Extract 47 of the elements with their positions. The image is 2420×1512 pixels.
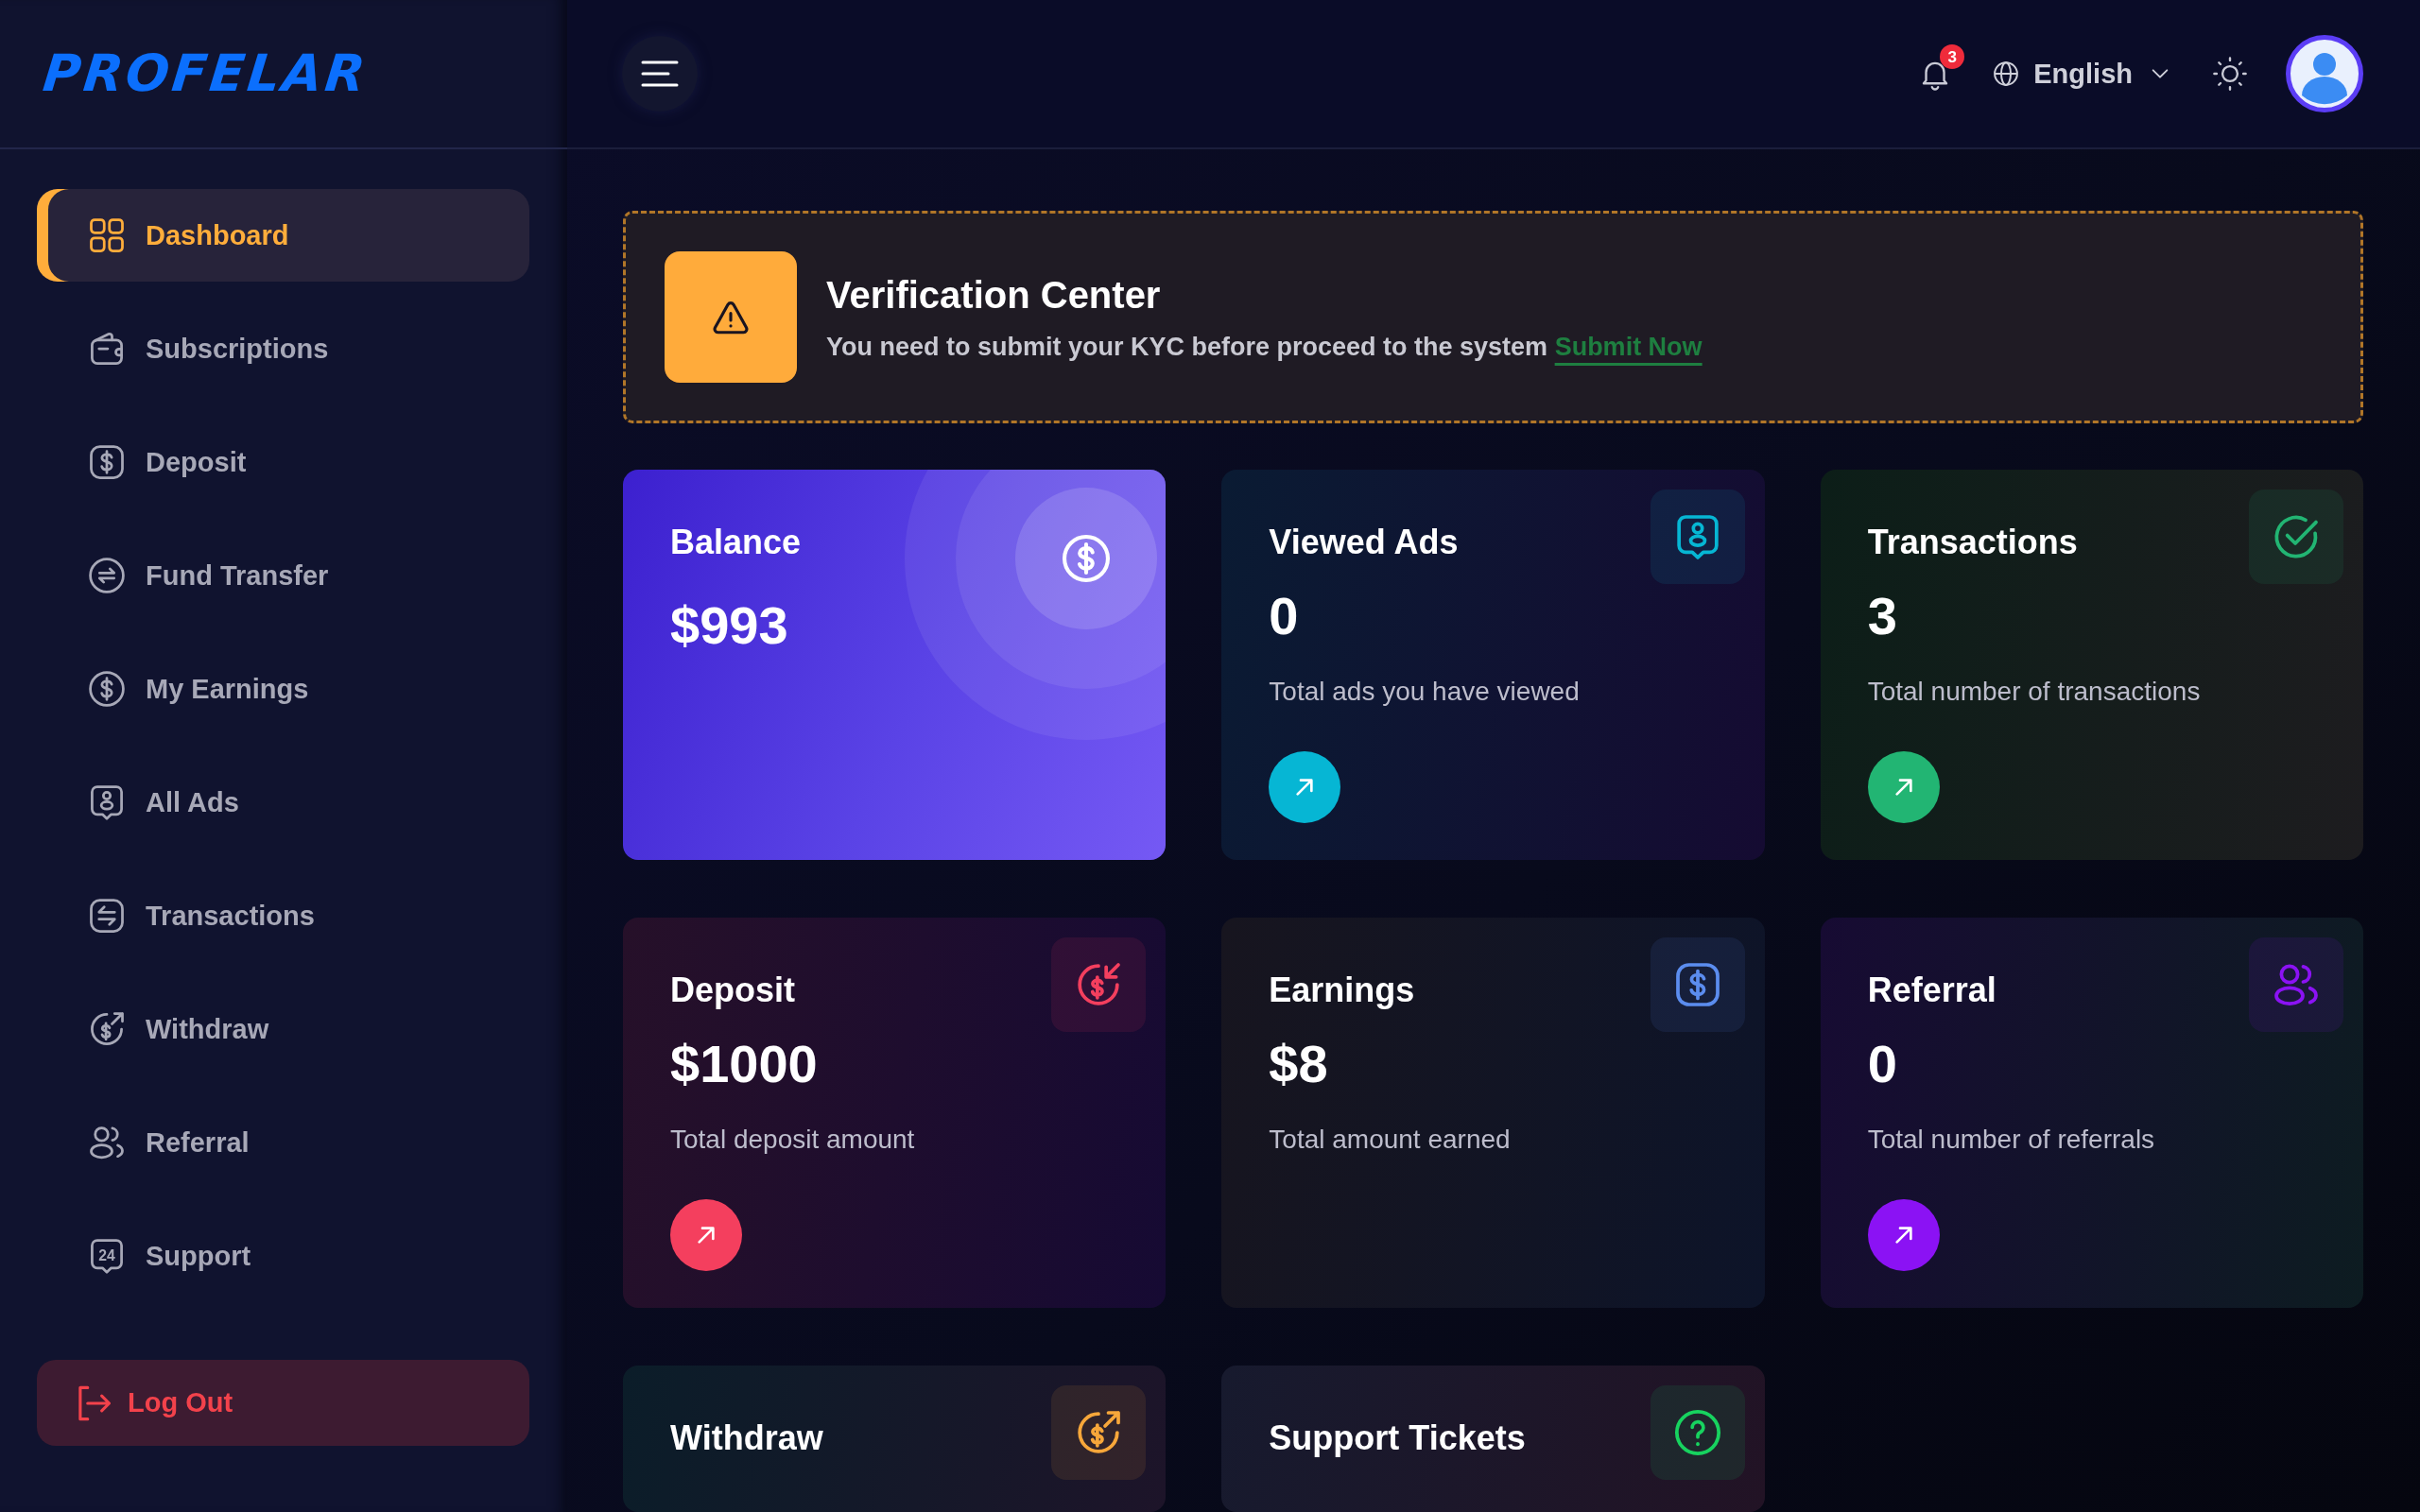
- card-value: $993: [670, 595, 788, 656]
- card-title: Support Tickets: [1269, 1418, 1526, 1459]
- dollar-circle-icon: [86, 668, 128, 710]
- sidebar-item[interactable]: 24 Support: [37, 1210, 529, 1302]
- sidebar-item[interactable]: Subscriptions: [37, 302, 529, 395]
- card-value: $8: [1269, 1034, 1328, 1094]
- card-description: Total number of referrals: [1867, 1124, 2155, 1156]
- dollar-square-icon: [1650, 937, 1745, 1032]
- dollar-arrow-out-icon: [1051, 1385, 1147, 1480]
- dollar-arrow-in-icon: [1051, 937, 1147, 1032]
- sidebar-item[interactable]: Fund Transfer: [37, 529, 529, 622]
- card-title: Transactions: [1867, 522, 2078, 563]
- circular-arrows-icon: [86, 555, 128, 596]
- menu-icon: [641, 60, 679, 88]
- card-value: 0: [1867, 1034, 1897, 1094]
- logout-button[interactable]: Log Out: [37, 1360, 529, 1446]
- card-value: $1000: [670, 1034, 818, 1094]
- card-value: 3: [1867, 586, 1897, 646]
- card-description: Total deposit amount: [670, 1124, 915, 1156]
- card-title: Earnings: [1269, 970, 1415, 1011]
- sidebar-item[interactable]: Deposit: [37, 416, 529, 508]
- globe-icon: [1992, 60, 2021, 88]
- warning-icon: [665, 251, 797, 383]
- sidebar-item[interactable]: Referral: [37, 1096, 529, 1189]
- notification-badge: 3: [1940, 44, 1965, 69]
- card-title: Viewed Ads: [1269, 522, 1459, 563]
- sidebar-item[interactable]: My Earnings: [37, 643, 529, 735]
- person-badge-icon: [1650, 490, 1745, 584]
- card-title: Referral: [1867, 970, 1996, 1011]
- kyc-message: You need to submit your KYC before proceed to the system Submit Now: [826, 331, 1703, 363]
- card-description: Total number of transactions: [1867, 676, 2201, 708]
- user-avatar[interactable]: [2286, 35, 2363, 112]
- card-title: Withdraw: [670, 1418, 823, 1459]
- card-description: Total ads you have viewed: [1269, 676, 1580, 708]
- sidebar-item[interactable]: All Ads: [37, 756, 529, 849]
- card-title: Balance: [670, 522, 802, 563]
- language-dropdown[interactable]: English: [1992, 58, 2170, 90]
- banner-title: Verification Center: [826, 272, 1162, 318]
- card-description: Total amount earned: [1269, 1124, 1511, 1156]
- users-icon: [2249, 937, 2343, 1032]
- card-title: Deposit: [670, 970, 795, 1011]
- card-value: 0: [1269, 586, 1299, 646]
- sidebar-item[interactable]: Transactions: [37, 869, 529, 962]
- brand-logo[interactable]: PROFELAR: [41, 48, 371, 99]
- sun-icon[interactable]: [2212, 56, 2248, 92]
- sidebar-item[interactable]: Dashboard: [37, 189, 529, 282]
- sidebar-item[interactable]: Withdraw: [37, 983, 529, 1075]
